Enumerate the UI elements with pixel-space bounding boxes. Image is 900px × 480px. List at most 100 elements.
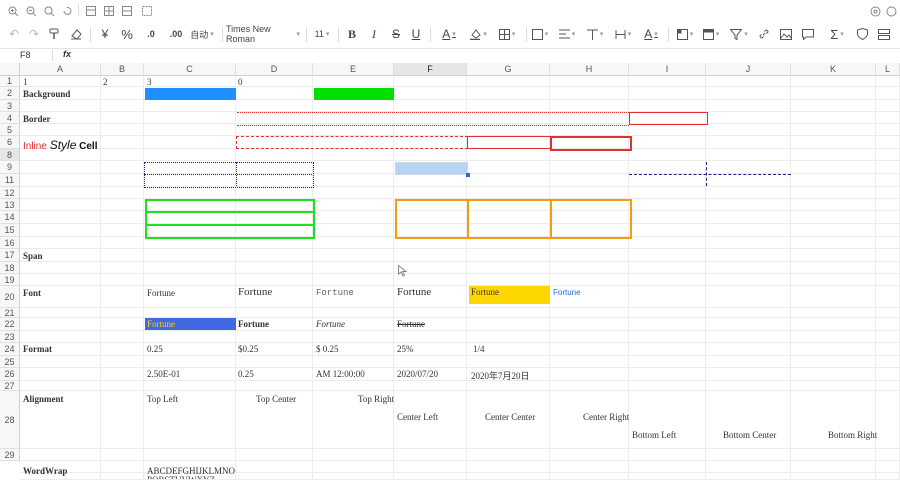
row-header-26[interactable]: 26 [0,368,20,381]
row-header-5[interactable]: 5 [0,124,20,136]
text-rotate-button[interactable]: A [640,22,662,46]
format-painter-icon[interactable] [46,22,62,46]
freeze-icon[interactable] [84,4,98,18]
fx-icon[interactable]: fx [63,49,71,59]
shield-icon[interactable] [854,22,870,46]
border-row6-dashed[interactable] [236,136,468,149]
row-header-12[interactable]: 12 [0,187,20,199]
sheet-grid[interactable]: A B C D E F G H I J K L 1 2 3 4 5 6 8 9 11 12 13 14 15 16 17 18 19 20… [0,63,900,480]
column-header-b[interactable]: B [101,63,144,76]
cell-center-right[interactable]: Center Right [583,412,629,422]
font-family-select[interactable]: Times New Roman [226,22,300,46]
merge-button[interactable] [530,22,550,46]
align-vertical-button[interactable] [584,22,606,46]
cell-inline-style[interactable]: Inline Style Cell [23,138,98,152]
percent-button[interactable]: % [118,22,136,46]
cell-format-label[interactable]: Format [23,344,52,354]
column-header-l[interactable]: L [876,63,900,76]
row-header-20[interactable]: 20 [0,286,20,308]
row-header-27[interactable]: 27 [0,381,20,391]
freeze-button[interactable] [674,22,696,46]
font-color-button[interactable]: A [438,22,460,46]
row-header-6[interactable]: 6 [0,136,20,149]
row-header-25[interactable]: 25 [0,356,20,368]
border-c11-green[interactable] [145,199,315,239]
cell-c20[interactable]: Fortune [145,318,236,330]
cell-h18[interactable]: Fortune [553,288,581,297]
cell-e22[interactable]: $ 0.25 [316,344,339,354]
undo-icon[interactable]: ↶ [6,22,22,46]
border-f11-orange[interactable] [395,199,632,239]
image-icon[interactable] [778,22,794,46]
cell-f24[interactable]: 2020/07/20 [397,369,438,379]
zoom-out-icon[interactable] [24,4,38,18]
cell-f20[interactable]: Fortune [397,319,425,329]
align-horizontal-button[interactable] [556,22,578,46]
row-header-22[interactable]: 22 [0,318,20,331]
cell-top-right[interactable]: Top Right [358,394,394,404]
row-header-15[interactable]: 15 [0,224,20,237]
column-header-f[interactable]: F [394,63,467,76]
row-header-23[interactable]: 23 [0,331,20,343]
cell-border-label[interactable]: Border [23,114,51,124]
cell-d24[interactable]: 0.25 [238,369,254,379]
cell-e18[interactable]: Fortune [316,288,354,298]
italic-button[interactable]: I [366,22,382,46]
cell-g22[interactable]: 1/4 [473,344,485,354]
cell-bottom-center[interactable]: Bottom Center [723,430,776,440]
grid-icon[interactable] [102,4,116,18]
column-header-h[interactable]: H [550,63,629,76]
border-button[interactable] [496,22,518,46]
row-header-21[interactable]: 21 [0,308,20,318]
cell-g24[interactable]: 2020年7月20日 [471,369,530,382]
cell-c18[interactable]: Fortune [147,288,175,298]
row-header-1[interactable]: 1 [0,76,20,87]
cell-d18[interactable]: Fortune [238,286,272,298]
row-header-3[interactable]: 3 [0,100,20,112]
strikethrough-button[interactable]: S [388,22,404,46]
row-header-28[interactable]: 28 [0,391,20,449]
name-box[interactable]: F8 [20,50,31,60]
comment-icon[interactable] [800,22,816,46]
border-row6-thick[interactable] [550,136,632,151]
cell-wordwrap-label[interactable]: WordWrap [23,466,67,476]
more-icon[interactable] [884,4,898,18]
row-header-19[interactable]: 19 [0,274,20,286]
cell-b1[interactable]: 2 [103,77,108,87]
row-header-9[interactable]: 9 [0,161,20,174]
cell-alignment-label[interactable]: Alignment [23,394,64,404]
number-format-select[interactable]: 自动 [188,22,216,46]
cell-top-left[interactable]: Top Left [147,394,178,404]
cell-e20[interactable]: Fortune [316,319,345,329]
column-header-j[interactable]: J [706,63,791,76]
zoom-in-icon[interactable] [6,4,20,18]
sum-button[interactable]: Σ [826,22,848,46]
cell-c24[interactable]: 2.50E-01 [147,369,180,379]
cell-background-label[interactable]: Background [23,89,70,99]
cell-d20[interactable]: Fortune [238,319,269,329]
wrap-button[interactable] [612,22,634,46]
row-header-2[interactable]: 2 [0,87,20,100]
border-row6-medium[interactable] [467,136,552,149]
border-c8-dotted[interactable] [144,162,314,188]
cell-bottom-right[interactable]: Bottom Right [828,430,877,440]
column-header-e[interactable]: E [313,63,394,76]
cell-g18[interactable]: Fortune [469,286,550,304]
rotate-icon[interactable] [60,4,74,18]
column-header-g[interactable]: G [467,63,550,76]
row-header-17[interactable]: 17 [0,249,20,262]
column-header-i[interactable]: I [629,63,706,76]
underline-button[interactable]: U [408,22,424,46]
border-row4-dotted[interactable] [237,112,629,126]
select-all-corner[interactable] [0,63,20,76]
cell-d1[interactable]: 0 [238,77,243,87]
currency-button[interactable]: ¥ [96,22,114,46]
row-header-29[interactable]: 29 [0,449,20,461]
settings-icon[interactable] [868,4,882,18]
cell-center-center[interactable]: Center Center [485,412,535,422]
column-header-k[interactable]: K [791,63,876,76]
font-size-select[interactable]: 11 [312,22,332,46]
redo-icon[interactable]: ↷ [26,22,42,46]
row-header-18[interactable]: 18 [0,262,20,274]
row-header-13[interactable]: 13 [0,199,20,211]
